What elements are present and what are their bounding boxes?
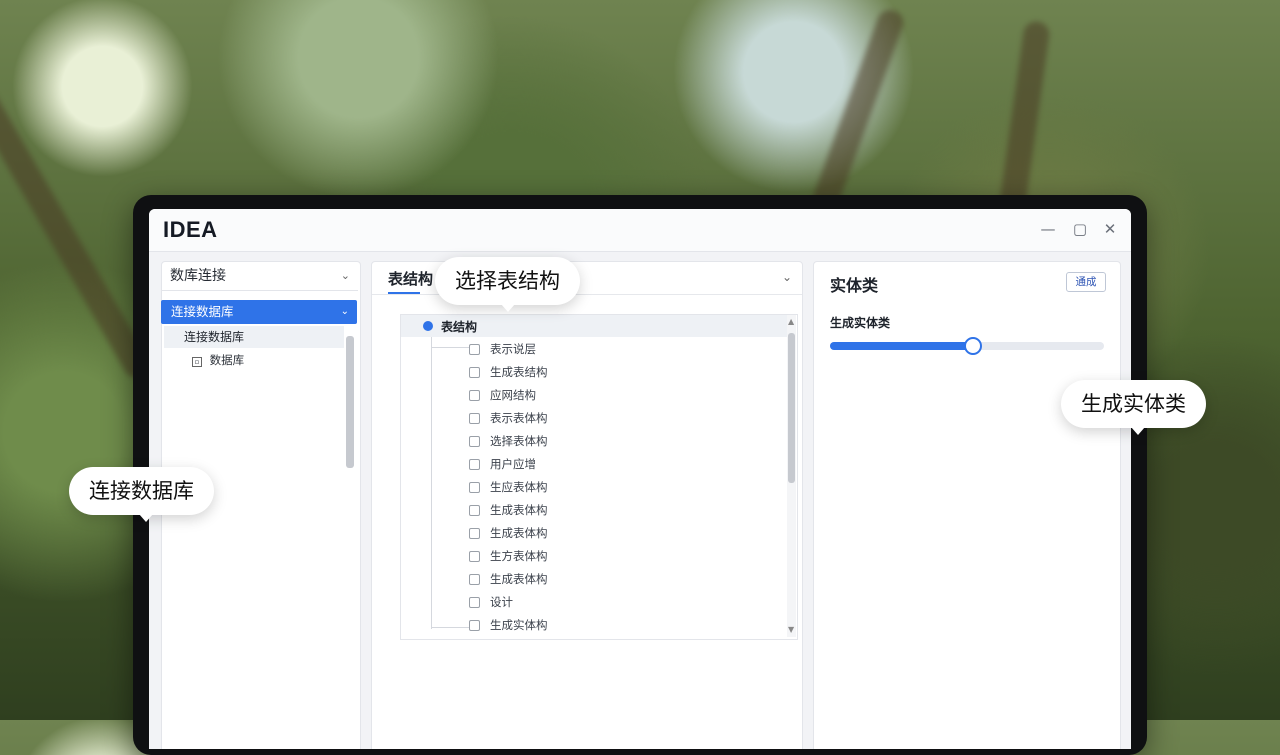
slider-thumb[interactable] <box>964 337 983 355</box>
divider <box>372 294 802 295</box>
tab-table-structure[interactable]: 表结构 <box>388 268 433 289</box>
checkbox[interactable] <box>469 459 480 470</box>
field-label: 生方表体构 <box>490 549 548 563</box>
tree-node-database-label: 数据库 <box>209 353 245 367</box>
generate-button[interactable]: 通成 <box>1066 272 1106 292</box>
entity-class-panel: 实体类 通成 生成实体类 <box>813 261 1121 749</box>
tree-root-label: 表结构 <box>441 320 478 334</box>
app-window: IDEA — ▢ ✕ 数库连接 ⌄ 连接数据库 ⌄ 连接数据库 ▫ 数据库 表结… <box>149 209 1131 749</box>
field-label: 生成表体构 <box>490 503 548 517</box>
chevron-down-icon: ⌄ <box>340 269 350 282</box>
connection-select[interactable]: 数库连接 ⌄ <box>162 262 358 291</box>
field-row[interactable]: 生应表体构 <box>469 476 548 498</box>
callout-generate-entity-class: 生成实体类 <box>1061 380 1206 435</box>
generate-entity-slider-label: 生成实体类 <box>830 316 891 330</box>
tree-node-connect-database-child[interactable]: 连接数据库 <box>164 326 344 348</box>
field-row[interactable]: 用户应增 <box>469 453 536 475</box>
tree-node-database[interactable]: ▫ 数据库 <box>192 352 244 368</box>
chevron-down-icon: ⌄ <box>340 306 349 317</box>
maximize-icon[interactable]: ▢ <box>1069 218 1091 240</box>
checkbox[interactable] <box>469 390 480 401</box>
tree-node-connect-database[interactable]: 连接数据库 ⌄ <box>161 300 357 324</box>
field-label: 生成表体构 <box>490 572 548 586</box>
checkbox[interactable] <box>469 482 480 493</box>
checkbox[interactable] <box>469 597 480 608</box>
field-label: 生应表体构 <box>490 480 548 494</box>
field-row[interactable]: 生成实体构 <box>469 614 548 636</box>
callout-select-table-structure: 选择表结构 <box>435 257 580 312</box>
scroll-down-icon[interactable]: ▼ <box>788 625 794 634</box>
field-label: 生成实体构 <box>490 618 548 632</box>
title-bar: IDEA — ▢ ✕ <box>149 209 1131 252</box>
field-label: 生成表结构 <box>490 365 548 379</box>
background-branch <box>0 57 155 383</box>
field-label: 生成表体构 <box>490 526 548 540</box>
entity-class-title: 实体类 <box>830 276 879 295</box>
table-structure-panel: 表结构 ⌄ 表结构 表示说层 生成表结构 应网结构 表示表体构 选择表体构 用户… <box>371 261 803 749</box>
tree-node-label: 连接数据库 <box>171 304 234 319</box>
table-structure-tree: 表结构 表示说层 生成表结构 应网结构 表示表体构 选择表体构 用户应增 生应表… <box>400 314 798 640</box>
field-row[interactable]: 设计 <box>469 591 513 613</box>
callout-connect-database: 连接数据库 <box>69 467 214 522</box>
chevron-down-icon[interactable]: ⌄ <box>782 270 792 284</box>
field-row[interactable]: 表示说层 <box>469 338 536 360</box>
app-title: IDEA <box>163 217 218 242</box>
checkbox[interactable] <box>469 413 480 424</box>
checkbox[interactable] <box>469 551 480 562</box>
slider-fill <box>830 342 973 350</box>
close-icon[interactable]: ✕ <box>1099 218 1121 240</box>
field-row[interactable]: 表示表体构 <box>469 407 548 429</box>
connection-select-value: 数库连接 <box>170 268 226 284</box>
field-row[interactable]: 生成表结构 <box>469 361 548 383</box>
checkbox[interactable] <box>469 436 480 447</box>
checkbox[interactable] <box>469 528 480 539</box>
tree-connector <box>431 337 432 629</box>
tree-root-row[interactable]: 表结构 <box>401 315 787 337</box>
field-label: 设计 <box>490 595 513 609</box>
scrollbar-thumb[interactable] <box>788 333 795 483</box>
field-row[interactable]: 应网结构 <box>469 384 536 406</box>
field-row[interactable]: 选择表体构 <box>469 430 548 452</box>
field-label: 用户应增 <box>490 457 536 471</box>
field-label: 应网结构 <box>490 388 536 402</box>
scrollbar[interactable] <box>346 336 354 468</box>
generate-entity-slider[interactable] <box>830 337 1104 355</box>
minimize-icon[interactable]: — <box>1037 218 1059 240</box>
field-label: 表示说层 <box>490 342 536 356</box>
checkbox[interactable] <box>469 574 480 585</box>
laptop-frame: IDEA — ▢ ✕ 数库连接 ⌄ 连接数据库 ⌄ 连接数据库 ▫ 数据库 表结… <box>133 195 1147 755</box>
database-icon: ▫ <box>192 357 202 367</box>
field-label: 选择表体构 <box>490 434 548 448</box>
field-row[interactable]: 生成表体构 <box>469 499 548 521</box>
scroll-up-icon[interactable]: ▲ <box>788 317 794 326</box>
field-row[interactable]: 生成表体构 <box>469 522 548 544</box>
checkbox[interactable] <box>469 367 480 378</box>
radio-selected-icon <box>423 321 433 331</box>
field-label: 表示表体构 <box>490 411 548 425</box>
field-row[interactable]: 生成表体构 <box>469 568 548 590</box>
checkbox[interactable] <box>469 620 480 631</box>
field-row[interactable]: 生方表体构 <box>469 545 548 567</box>
checkbox[interactable] <box>469 344 480 355</box>
checkbox[interactable] <box>469 505 480 516</box>
